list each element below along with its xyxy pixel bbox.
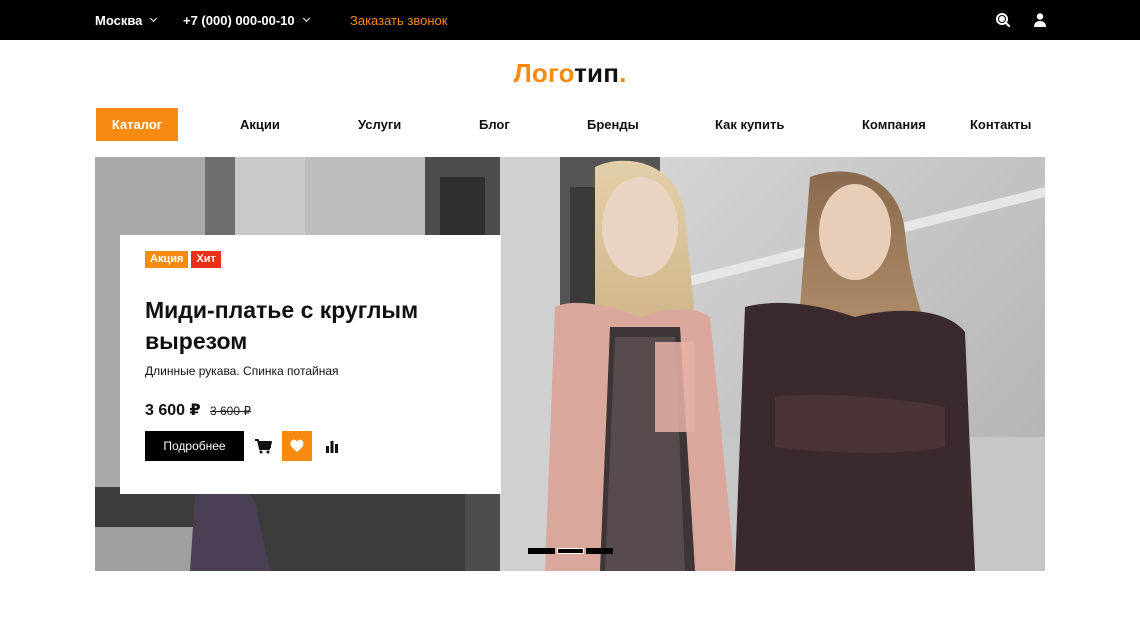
phone-selector[interactable]: +7 (000) 000-00-10 — [183, 0, 310, 40]
chevron-down-icon — [150, 14, 158, 23]
logo-part-2: тип — [574, 58, 620, 88]
slide-dot-1[interactable] — [528, 548, 555, 554]
promo-card: Акция Хит Миди-платье с круглым вырезом … — [120, 235, 501, 494]
cart-icon[interactable] — [254, 438, 272, 454]
slide-dot-2[interactable] — [557, 548, 584, 554]
badge-group: Акция Хит — [145, 251, 221, 268]
nav-item-services[interactable]: Услуги — [358, 108, 401, 141]
nav-item-company[interactable]: Компания — [862, 108, 926, 141]
nav-item-how-to-buy[interactable]: Как купить — [715, 108, 784, 141]
nav-item-catalog[interactable]: Каталог — [96, 108, 178, 141]
nav-item-sales[interactable]: Акции — [240, 108, 280, 141]
chevron-down-icon — [302, 14, 310, 23]
product-title[interactable]: Миди-платье с круглым вырезом — [145, 295, 475, 357]
logo[interactable]: Логотип. — [0, 58, 1140, 89]
user-icon[interactable] — [1032, 12, 1048, 28]
hero-banner[interactable]: Акция Хит Миди-платье с круглым вырезом … — [95, 157, 1045, 571]
top-bar: Москва +7 (000) 000-00-10 Заказать звоно… — [0, 0, 1140, 40]
nav-item-brands[interactable]: Бренды — [587, 108, 639, 141]
logo-dot: . — [619, 58, 627, 88]
badge-sale: Акция — [145, 251, 189, 268]
more-button[interactable]: Подробнее — [145, 431, 244, 461]
slide-dot-3[interactable] — [586, 548, 613, 554]
favorite-button[interactable] — [282, 431, 312, 461]
phone-label: +7 (000) 000-00-10 — [183, 12, 295, 28]
city-selector[interactable]: Москва — [95, 0, 158, 40]
badge-hit: Хит — [191, 251, 221, 268]
product-old-price: 3 600 ₽ — [210, 404, 251, 418]
product-price: 3 600 ₽ — [145, 402, 201, 419]
search-icon[interactable] — [995, 12, 1011, 28]
callback-link[interactable]: Заказать звонок — [350, 0, 447, 40]
slider-dots — [528, 548, 613, 554]
nav-item-blog[interactable]: Блог — [479, 108, 510, 141]
main-nav: Каталог Акции Услуги Блог Бренды Как куп… — [95, 108, 1045, 141]
compare-icon[interactable] — [325, 439, 339, 453]
city-label: Москва — [95, 12, 143, 28]
heart-icon — [290, 439, 304, 452]
product-description: Длинные рукава. Спинка потайная — [145, 364, 339, 378]
logo-part-1: Лого — [513, 58, 575, 88]
nav-item-contacts[interactable]: Контакты — [970, 108, 1031, 141]
